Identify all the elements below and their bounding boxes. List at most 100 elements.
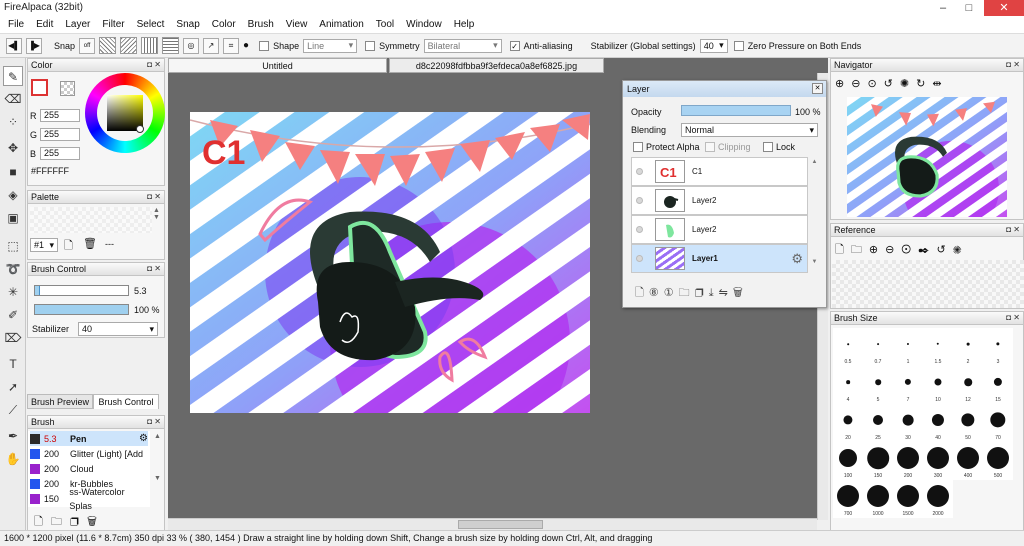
brush-size-preset[interactable]: 70 <box>983 404 1013 442</box>
merge-down-icon[interactable]: ⤓ <box>709 287 719 299</box>
primary-color-swatch[interactable] <box>31 79 48 96</box>
tab-untitled[interactable]: Untitled <box>168 58 387 73</box>
layer-row-layer2-green[interactable]: Layer2 <box>631 215 808 244</box>
maximize-button[interactable]: □ <box>956 0 982 16</box>
brush-size-slider[interactable] <box>34 285 129 296</box>
lasso-tool-icon[interactable]: ➰ <box>3 259 23 279</box>
layer-row-layer1[interactable]: Layer1 ⚙ <box>631 244 808 273</box>
snap-3d-icon[interactable]: ⌗ <box>223 37 240 54</box>
brush-size-preset[interactable]: 0.7 <box>863 328 893 366</box>
8bit-layer-icon[interactable]: ⑧ <box>649 287 664 299</box>
brush-size-preset[interactable]: 3 <box>983 328 1013 366</box>
brush-item[interactable]: 200 Cloud <box>30 461 148 476</box>
brush-size-preset[interactable]: 0.5 <box>833 328 863 366</box>
gear-icon[interactable]: ⚙ <box>139 432 148 446</box>
snap-off-icon[interactable]: off <box>79 37 96 54</box>
panel-controls-icon[interactable]: ◘ ✕ <box>147 191 161 203</box>
menu-filter[interactable]: Filter <box>96 19 130 30</box>
secondary-color-swatch[interactable] <box>60 81 75 96</box>
open-file-icon[interactable]: 🗋 <box>835 244 851 256</box>
lock-checkbox[interactable] <box>763 142 773 152</box>
brush-size-preset[interactable]: 200 <box>893 442 923 480</box>
zoom-in-icon[interactable]: ⊕ <box>869 244 885 256</box>
brush-item[interactable]: 5.3 Pen ⚙ <box>30 431 148 446</box>
color-wheel[interactable] <box>85 73 165 153</box>
brush-size-preset[interactable]: 100 <box>833 442 863 480</box>
antialias-checkbox[interactable]: ✓ <box>509 40 520 51</box>
eyedropper-icon[interactable]: ✒ <box>918 244 936 256</box>
minimize-button[interactable]: – <box>930 0 956 16</box>
visibility-icon[interactable] <box>636 168 643 175</box>
brush-size-preset[interactable]: 1 <box>893 328 923 366</box>
duplicate-icon[interactable]: ❐ <box>695 287 709 299</box>
rotate-reset-icon[interactable]: ✺ <box>900 78 916 90</box>
eyedropper-tool-icon[interactable]: ✒ <box>3 426 23 446</box>
brush-size-preset[interactable]: 4 <box>833 366 863 404</box>
panel-controls-icon[interactable]: ◘ ✕ <box>1006 59 1020 71</box>
brush-size-preset[interactable]: 2 <box>953 328 983 366</box>
r-input[interactable]: 255 <box>40 109 80 122</box>
layer-opacity-slider[interactable] <box>681 105 791 116</box>
brush-size-preset[interactable]: 40 <box>923 404 953 442</box>
layer-list-scrollbar[interactable]: ▲ ▼ <box>810 157 819 277</box>
fill-rect-icon[interactable]: ■ <box>3 162 23 182</box>
menu-help[interactable]: Help <box>448 19 481 30</box>
snap-parallel-icon[interactable] <box>99 37 117 54</box>
menu-tool[interactable]: Tool <box>370 19 400 30</box>
visibility-icon[interactable] <box>636 226 643 233</box>
brush-item[interactable]: 200 Glitter (Light) [Add <box>30 446 148 461</box>
next-frame-icon[interactable]: ▐▶ <box>26 37 42 54</box>
panel-controls-icon[interactable]: ◘ ✕ <box>147 416 161 428</box>
brush-size-preset[interactable]: 10 <box>923 366 953 404</box>
brush-size-preset[interactable]: 1500 <box>893 480 923 518</box>
rotate-reset-icon[interactable]: ✺ <box>953 244 969 256</box>
brush-size-preset[interactable]: 25 <box>863 404 893 442</box>
rotate-left-icon[interactable]: ↺ <box>936 244 952 256</box>
brush-opacity-slider[interactable] <box>34 304 129 315</box>
menu-view[interactable]: View <box>280 19 314 30</box>
trash-icon[interactable]: 🗑 <box>87 516 105 528</box>
clipping-checkbox[interactable] <box>705 142 715 152</box>
protect-alpha-checkbox[interactable] <box>633 142 643 152</box>
new-brush-icon[interactable]: 🗋 <box>34 516 51 528</box>
brush-size-preset[interactable]: 1.5 <box>923 328 953 366</box>
select-tool-icon[interactable]: ⬚ <box>3 236 23 256</box>
b-input[interactable]: 255 <box>40 147 80 160</box>
duplicate-icon[interactable]: ❐ <box>70 516 87 528</box>
panel-controls-icon[interactable]: ◘ ✕ <box>1006 312 1020 324</box>
menu-color[interactable]: Color <box>206 19 242 30</box>
reference-view[interactable] <box>832 260 1024 308</box>
move-tool-icon[interactable]: ✥ <box>3 138 23 158</box>
menu-brush[interactable]: Brush <box>242 19 280 30</box>
palette-set-select[interactable]: #1 ▾ <box>30 238 58 252</box>
snap-crisscross-icon[interactable] <box>120 37 138 54</box>
layer-row-c1[interactable]: C1 C1 <box>631 157 808 186</box>
snap-settings-icon[interactable]: ● <box>243 40 249 51</box>
shape-checkbox[interactable] <box>259 40 270 51</box>
brush-size-preset[interactable]: 700 <box>833 480 863 518</box>
brush-size-preset[interactable]: 150 <box>863 442 893 480</box>
navigator-preview[interactable] <box>847 97 1007 217</box>
pen-tool-icon[interactable]: ✎ <box>3 66 23 86</box>
menu-window[interactable]: Window <box>400 19 448 30</box>
brush-size-preset[interactable]: 300 <box>923 442 953 480</box>
horizontal-scrollbar[interactable] <box>168 518 817 530</box>
palette-swatches[interactable] <box>30 207 152 233</box>
text-tool-icon[interactable]: T <box>3 354 23 374</box>
zoom-out-icon[interactable]: ⊖ <box>851 78 867 90</box>
brush-size-preset[interactable]: 15 <box>983 366 1013 404</box>
gradient-tool-icon[interactable]: ▣ <box>3 208 23 228</box>
tab-brush-control[interactable]: Brush Control <box>93 394 159 409</box>
divide-tool-icon[interactable]: ⟋ <box>3 400 23 420</box>
snap-vanishing-icon[interactable] <box>141 37 159 54</box>
artwork-canvas[interactable]: C1 <box>190 112 590 413</box>
select-eraser-icon[interactable]: ⌦ <box>3 328 23 348</box>
panel-controls-icon[interactable]: ◘ ✕ <box>147 59 161 71</box>
rotate-right-icon[interactable]: ↻ <box>916 78 932 90</box>
brush-stabilizer-select[interactable]: 40 ▾ <box>78 322 158 336</box>
panel-controls-icon[interactable]: ◘ ✕ <box>1006 224 1020 236</box>
palette-scroll-icon[interactable]: ▲ ▼ <box>153 207 160 221</box>
magic-wand-icon[interactable]: ✳ <box>3 282 23 302</box>
rotate-left-icon[interactable]: ↺ <box>884 78 900 90</box>
menu-layer[interactable]: Layer <box>59 19 96 30</box>
